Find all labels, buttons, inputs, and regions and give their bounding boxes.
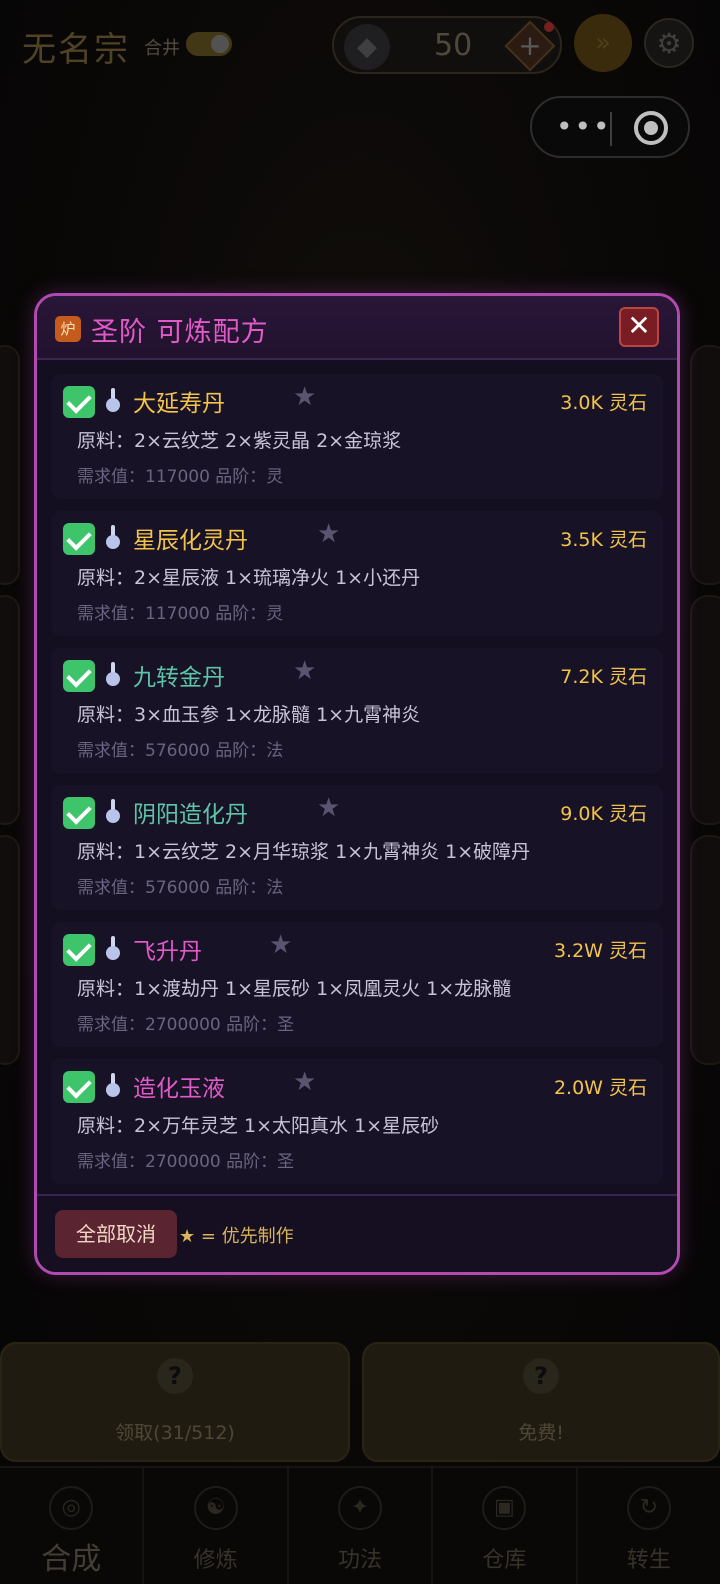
close-button[interactable]: ✕ bbox=[619, 307, 659, 347]
recipe-meta: 需求值：576000 品阶：法 bbox=[77, 741, 284, 761]
recipe-meta: 需求值：117000 品阶：灵 bbox=[77, 604, 284, 624]
recipe-meta: 需求值：2700000 品阶：圣 bbox=[77, 1152, 295, 1172]
recipe-name: 飞升丹 bbox=[133, 939, 202, 965]
recipe-materials: 原料：2×星辰液 1×琉璃净火 1×小还丹 bbox=[77, 567, 421, 589]
recipe-checkbox[interactable] bbox=[63, 934, 95, 966]
recipe-checkbox[interactable] bbox=[63, 523, 95, 555]
recipe-meta: 需求值：576000 品阶：法 bbox=[77, 878, 284, 898]
priority-legend: ★ = 优先制作 bbox=[179, 1226, 294, 1247]
priority-star-icon[interactable]: ★ bbox=[317, 793, 340, 823]
recipe-price: 3.5K 灵石 bbox=[560, 529, 647, 551]
recipe-price: 3.2W 灵石 bbox=[553, 940, 647, 962]
recipe-checkbox[interactable] bbox=[63, 660, 95, 692]
flask-icon bbox=[105, 936, 121, 962]
recipe-materials: 原料：2×云纹芝 2×紫灵晶 2×金琼浆 bbox=[77, 430, 402, 452]
priority-star-icon[interactable]: ★ bbox=[269, 930, 292, 960]
recipe-list: 大延寿丹 ★ 3.0K 灵石 原料：2×云纹芝 2×紫灵晶 2×金琼浆 需求值：… bbox=[37, 362, 677, 1184]
recipe-item: 造化玉液 ★ 2.0W 灵石 原料：2×万年灵芝 1×太阳真水 1×星辰砂 需求… bbox=[51, 1059, 663, 1184]
recipe-checkbox[interactable] bbox=[63, 386, 95, 418]
priority-star-icon[interactable]: ★ bbox=[293, 382, 316, 412]
recipe-item: 阴阳造化丹 ★ 9.0K 灵石 原料：1×云纹芝 2×月华琼浆 1×九霄神炎 1… bbox=[51, 785, 663, 910]
recipe-name: 造化玉液 bbox=[133, 1076, 225, 1102]
modal-header: 炉 圣阶 可炼配方 ✕ bbox=[37, 296, 677, 360]
recipe-name: 星辰化灵丹 bbox=[133, 528, 248, 554]
recipe-meta: 需求值：117000 品阶：灵 bbox=[77, 467, 284, 487]
flask-icon bbox=[105, 799, 121, 825]
recipe-materials: 原料：1×云纹芝 2×月华琼浆 1×九霄神炎 1×破障丹 bbox=[77, 841, 531, 863]
flask-icon bbox=[105, 388, 121, 414]
recipe-name: 大延寿丹 bbox=[133, 391, 225, 417]
recipe-item: 九转金丹 ★ 7.2K 灵石 原料：3×血玉参 1×龙脉髓 1×九霄神炎 需求值… bbox=[51, 648, 663, 773]
priority-star-icon[interactable]: ★ bbox=[317, 519, 340, 549]
recipe-item: 飞升丹 ★ 3.2W 灵石 原料：1×渡劫丹 1×星辰砂 1×凤凰灵火 1×龙脉… bbox=[51, 922, 663, 1047]
recipe-price: 3.0K 灵石 bbox=[560, 392, 647, 414]
recipe-name: 阴阳造化丹 bbox=[133, 802, 248, 828]
furnace-icon: 炉 bbox=[55, 316, 81, 342]
recipe-checkbox[interactable] bbox=[63, 797, 95, 829]
recipe-checkbox[interactable] bbox=[63, 1071, 95, 1103]
recipe-materials: 原料：3×血玉参 1×龙脉髓 1×九霄神炎 bbox=[77, 704, 421, 726]
recipe-materials: 原料：2×万年灵芝 1×太阳真水 1×星辰砂 bbox=[77, 1115, 440, 1137]
recipe-price: 2.0W 灵石 bbox=[553, 1077, 647, 1099]
recipe-materials: 原料：1×渡劫丹 1×星辰砂 1×凤凰灵火 1×龙脉髓 bbox=[77, 978, 512, 1000]
flask-icon bbox=[105, 1073, 121, 1099]
recipe-price: 9.0K 灵石 bbox=[560, 803, 647, 825]
recipe-price: 7.2K 灵石 bbox=[560, 666, 647, 688]
recipe-modal: 炉 圣阶 可炼配方 ✕ 大延寿丹 ★ 3.0K 灵石 原料：2×云纹芝 2×紫灵… bbox=[34, 293, 680, 1275]
flask-icon bbox=[105, 525, 121, 551]
modal-title: 圣阶 可炼配方 bbox=[91, 317, 269, 348]
recipe-name: 九转金丹 bbox=[133, 665, 225, 691]
recipe-item: 星辰化灵丹 ★ 3.5K 灵石 原料：2×星辰液 1×琉璃净火 1×小还丹 需求… bbox=[51, 511, 663, 636]
flask-icon bbox=[105, 662, 121, 688]
recipe-item: 大延寿丹 ★ 3.0K 灵石 原料：2×云纹芝 2×紫灵晶 2×金琼浆 需求值：… bbox=[51, 374, 663, 499]
cancel-all-button[interactable]: 全部取消 bbox=[55, 1210, 177, 1258]
modal-footer: 全部取消 ★ = 优先制作 bbox=[37, 1194, 677, 1272]
priority-star-icon[interactable]: ★ bbox=[293, 656, 316, 686]
priority-star-icon[interactable]: ★ bbox=[293, 1067, 316, 1097]
recipe-meta: 需求值：2700000 品阶：圣 bbox=[77, 1015, 295, 1035]
